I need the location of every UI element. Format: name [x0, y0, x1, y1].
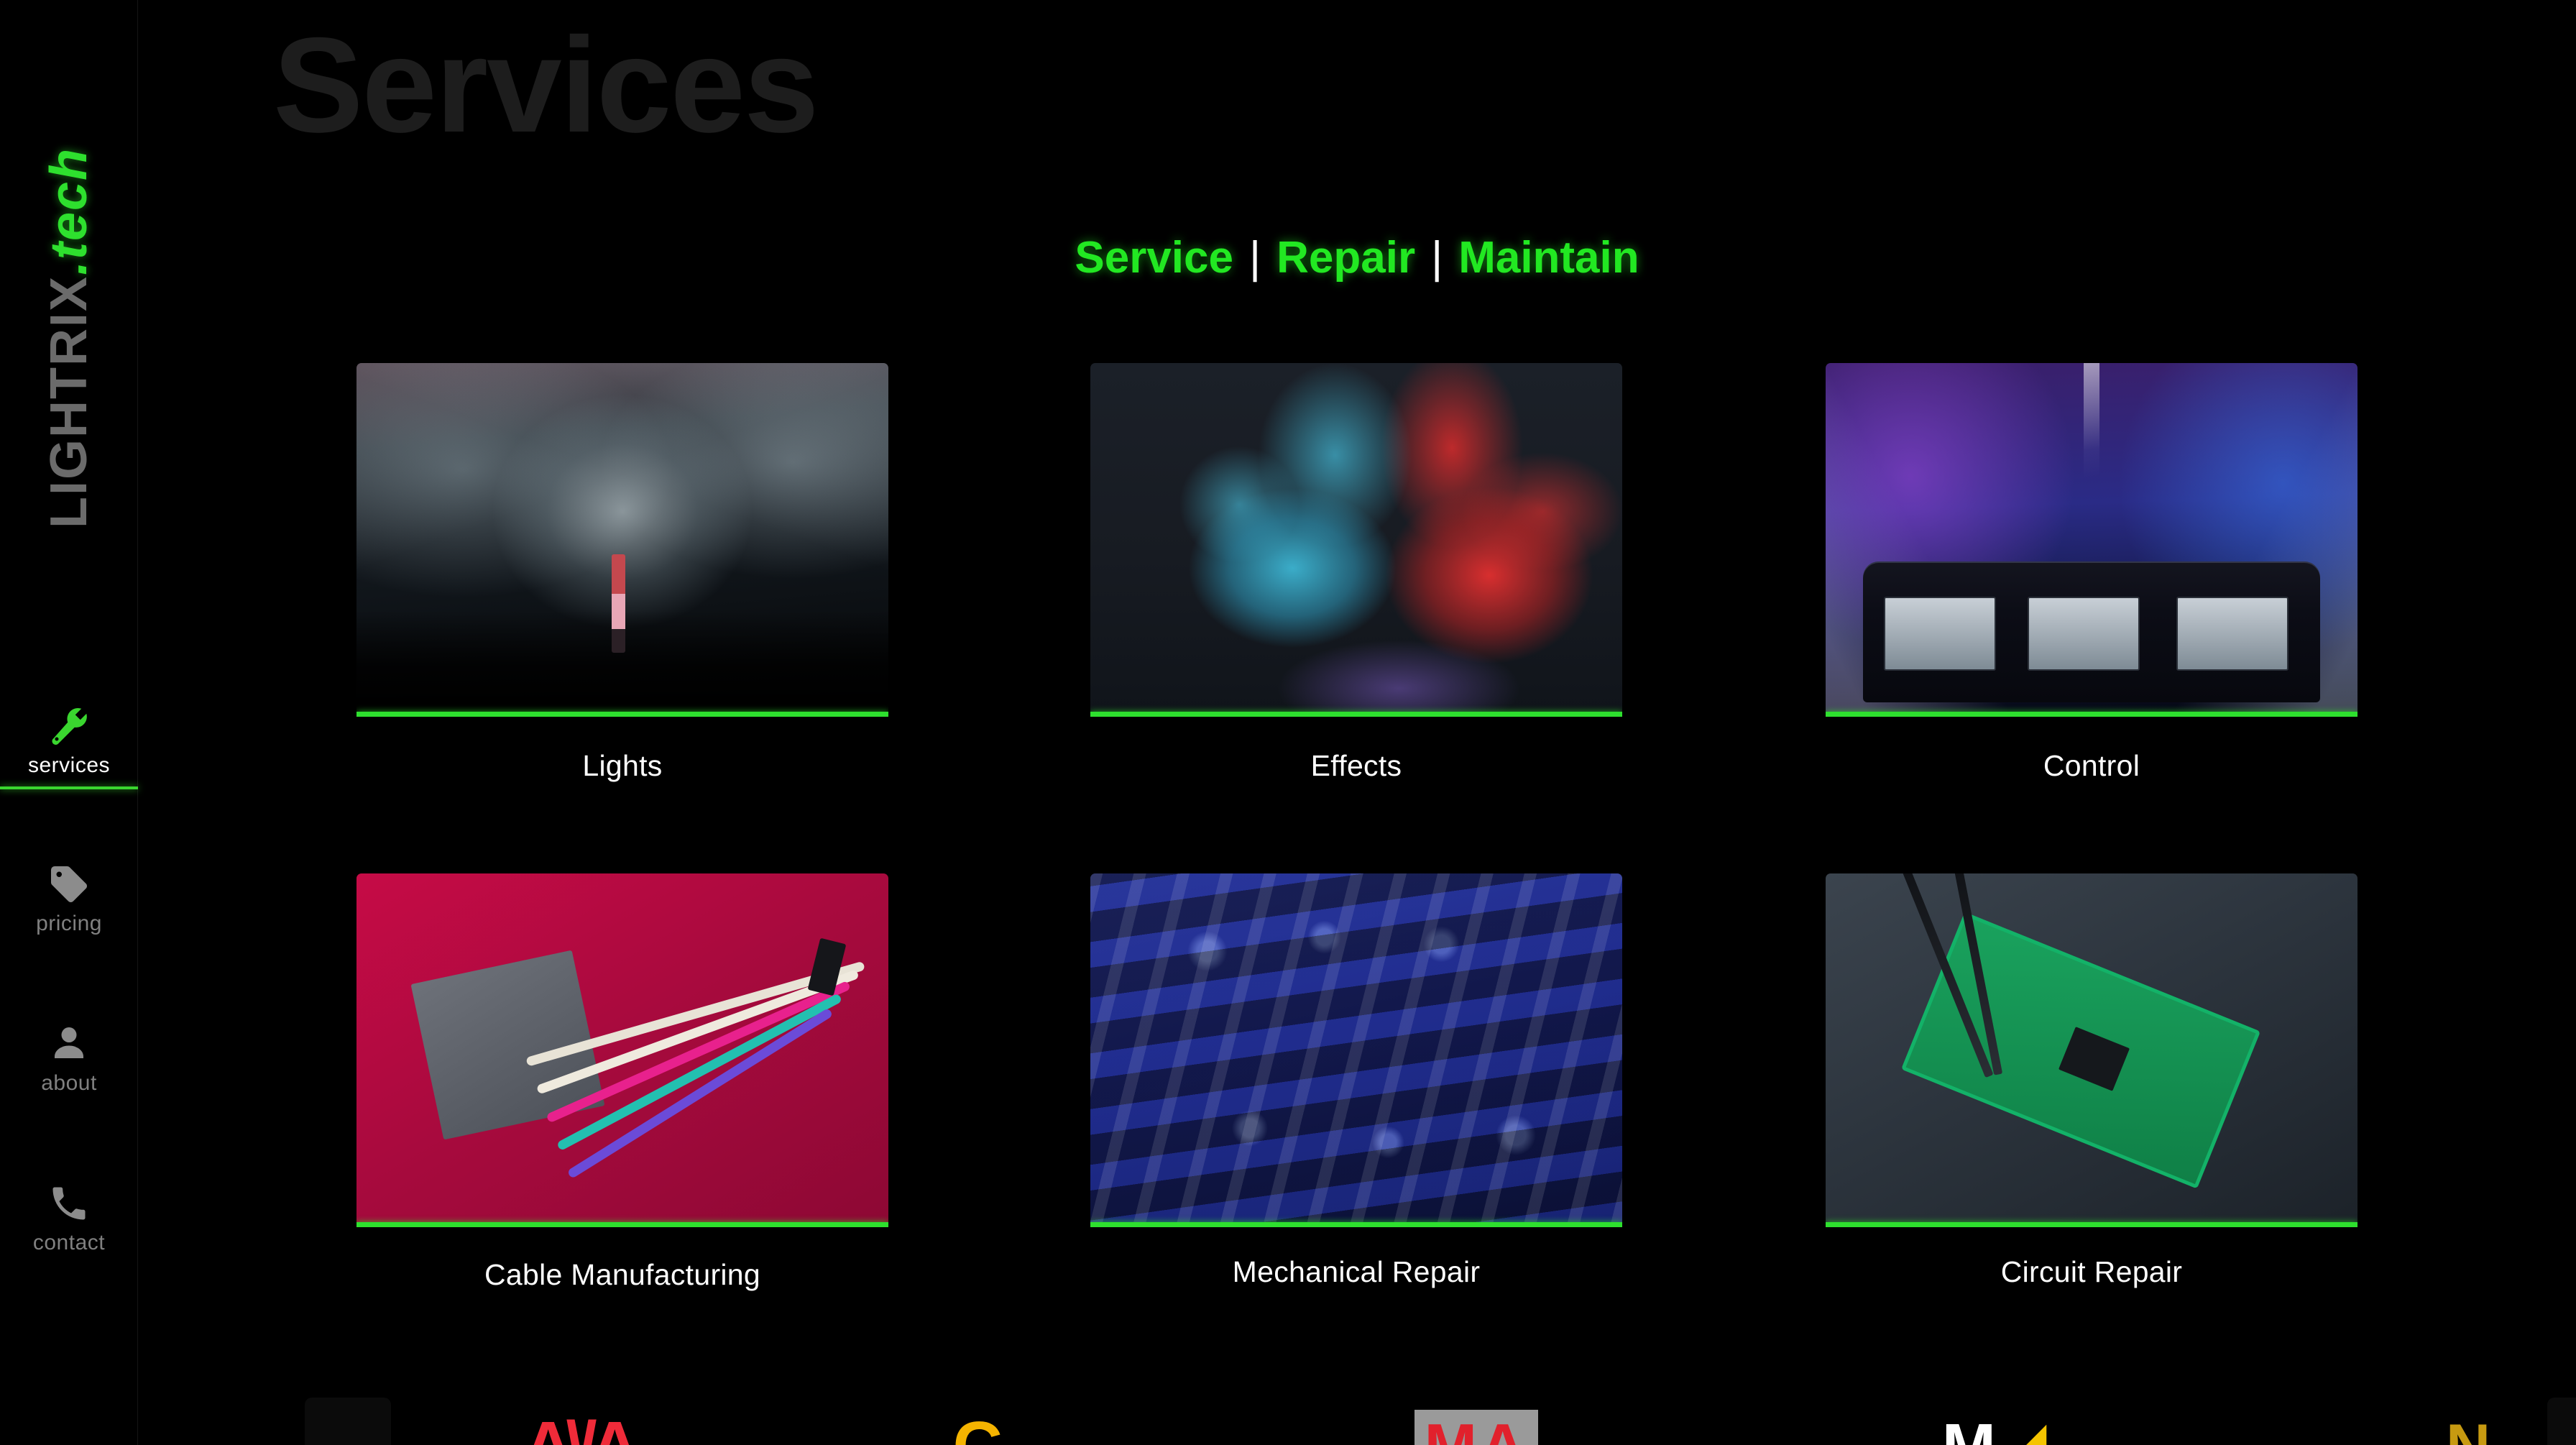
brand-logo-chauvet[interactable]: CCHAUVET: [944, 1403, 1160, 1445]
service-card-label: Circuit Repair: [2000, 1255, 2183, 1288]
console-screen: [1884, 596, 1996, 671]
service-card-image: [356, 363, 888, 717]
brand-logo-malighting[interactable]: MA: [1368, 1403, 1584, 1445]
main-content: Services Service | Repair | Maintain Lights …: [138, 0, 2576, 1445]
brand-logo-avolites[interactable]: A\/A: [470, 1403, 686, 1445]
page-title: Services: [273, 9, 819, 160]
service-card-mechanical-repair[interactable]: Mechanical Repair: [1090, 873, 1622, 1287]
brand-logo-martin[interactable]: M◢: [1886, 1403, 2102, 1445]
service-card-label: Mechanical Repair: [1232, 1255, 1481, 1288]
console-screen: [2028, 596, 2140, 671]
service-card-label: Control: [2043, 749, 2140, 782]
sidebar-item-about[interactable]: about: [0, 1022, 138, 1094]
service-card-image: [356, 873, 888, 1227]
card-accent-rule: [1090, 1222, 1622, 1227]
patch-cables-on-crimson-photo: [356, 873, 888, 1227]
service-card-cable-manufacturing[interactable]: Cable Manufacturing: [356, 873, 888, 1290]
sidebar-item-services[interactable]: services: [0, 705, 138, 789]
card-accent-rule: [356, 1222, 888, 1227]
card-accent-rule: [1826, 1222, 2358, 1227]
tagline-separator: |: [1431, 233, 1443, 283]
tagline-word-maintain: Maintain: [1458, 233, 1639, 283]
service-card-label: Effects: [1310, 749, 1402, 782]
brand-name: LIGHTRIX: [40, 275, 98, 529]
service-card-effects[interactable]: Effects: [1090, 363, 1622, 781]
tagline-word-service: Service: [1075, 233, 1233, 283]
concert-stage-beams-photo: [356, 363, 888, 717]
brand-tld: .tech: [40, 147, 98, 276]
tagline-separator: |: [1249, 233, 1261, 283]
red-cyan-ink-in-water-photo: [1090, 363, 1622, 717]
tag-icon: [47, 863, 91, 906]
sidebar-item-label: about: [41, 1071, 97, 1095]
page-root: LIGHTRIX.tech services pricing about con…: [0, 0, 2576, 1445]
brand-logo-tile[interactable]: [2547, 1398, 2576, 1445]
brand-logo-strip: A\/A CCHAUVET MA M◢ N: [276, 1352, 2576, 1445]
brand-logo[interactable]: LIGHTRIX.tech: [0, 0, 138, 676]
service-card-image: [1826, 873, 2358, 1227]
tagline: Service | Repair | Maintain: [138, 236, 2576, 280]
sidebar-item-label: pricing: [36, 912, 102, 935]
card-accent-rule: [1090, 712, 1622, 717]
console-screen: [2176, 596, 2288, 671]
card-accent-rule: [1826, 712, 2358, 717]
sidebar-item-label: contact: [32, 1231, 106, 1254]
pcb-with-probes-photo: [1826, 873, 2358, 1227]
sidebar-item-pricing[interactable]: pricing: [0, 863, 138, 935]
service-card-control[interactable]: Control: [1826, 363, 2358, 781]
service-card-lights[interactable]: Lights: [356, 363, 888, 781]
brand-logo-nano[interactable]: N: [2360, 1403, 2576, 1445]
service-card-circuit-repair[interactable]: Circuit Repair: [1826, 873, 2358, 1287]
service-card-image: [1826, 363, 2358, 717]
sidebar-item-label: services: [27, 753, 111, 777]
active-indicator: [0, 786, 138, 789]
service-card-image: [1090, 873, 1622, 1227]
phone-icon: [47, 1182, 91, 1225]
sidebar-item-contact[interactable]: contact: [0, 1182, 138, 1254]
wrench-icon: [47, 705, 91, 748]
sidebar: LIGHTRIX.tech services pricing about con…: [0, 0, 138, 1445]
moving-head-fixtures-rack-photo: [1090, 873, 1622, 1227]
lighting-console-photo: [1826, 363, 2358, 717]
service-card-image: [1090, 363, 1622, 717]
service-card-label: Cable Manufacturing: [484, 1258, 761, 1291]
card-accent-rule: [356, 712, 888, 717]
person-icon: [47, 1022, 91, 1065]
brand-logo-tile[interactable]: [305, 1398, 391, 1445]
tagline-word-repair: Repair: [1276, 233, 1416, 283]
service-card-label: Lights: [582, 749, 663, 782]
